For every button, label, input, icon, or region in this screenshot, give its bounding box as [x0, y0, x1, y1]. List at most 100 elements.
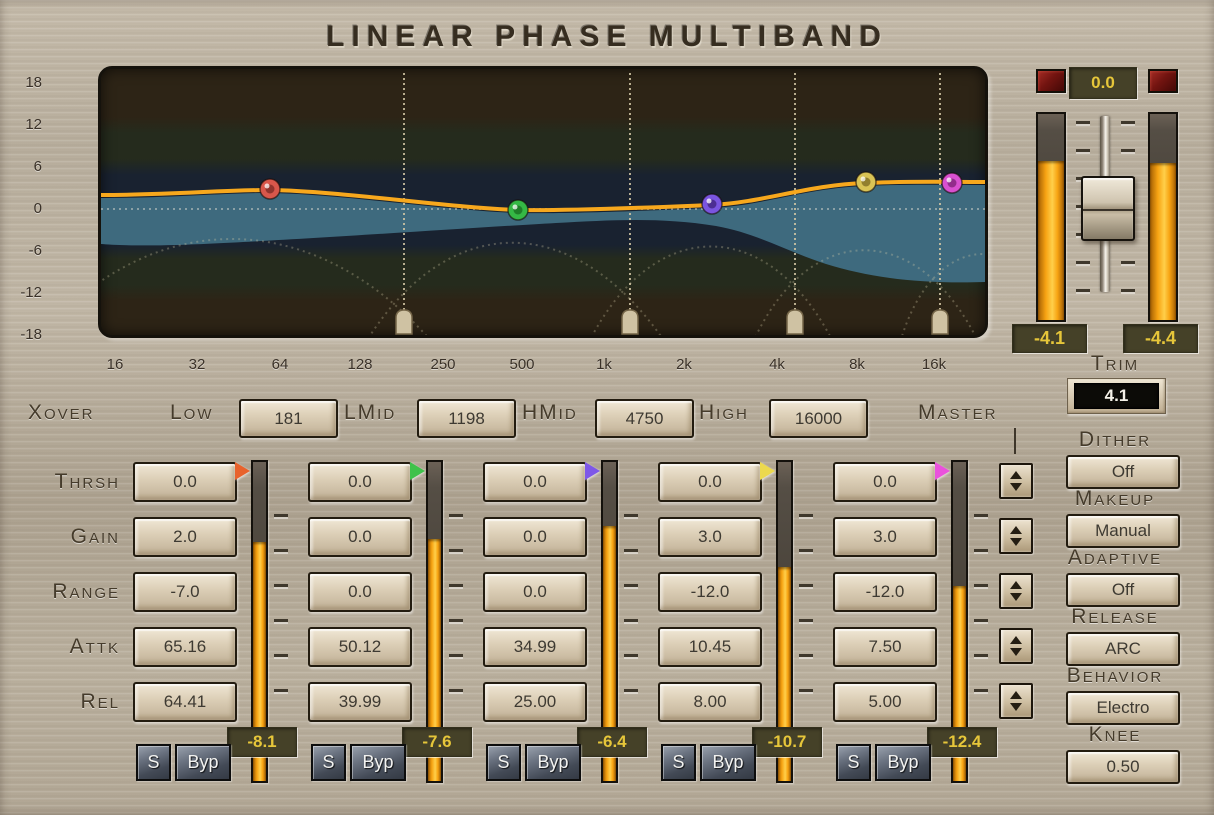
band1-tick [274, 619, 288, 622]
band5-bypass-button[interactable]: Byp [875, 744, 931, 781]
knee-value[interactable]: 0.50 [1066, 750, 1180, 784]
master-connector-line [1014, 428, 1016, 454]
release-value[interactable]: ARC [1066, 632, 1180, 666]
band2-gain[interactable]: 0.0 [308, 517, 412, 557]
band2-threshold-arrow[interactable] [410, 462, 425, 480]
band1-bypass-button[interactable]: Byp [175, 744, 231, 781]
output-fader-value[interactable]: 0.0 [1069, 67, 1137, 99]
band3-solo-button[interactable]: S [486, 744, 521, 781]
spinner-down-icon[interactable] [1010, 703, 1022, 711]
band4-threshold-arrow[interactable] [760, 462, 775, 480]
band2-attk[interactable]: 50.12 [308, 627, 412, 667]
master-rel-spinner[interactable] [999, 683, 1033, 719]
spinner-down-icon[interactable] [1010, 483, 1022, 491]
band4-marker[interactable] [856, 172, 876, 192]
band2-range[interactable]: 0.0 [308, 572, 412, 612]
row-label-attk: Attk [10, 635, 120, 659]
master-range-spinner[interactable] [999, 573, 1033, 609]
clip-led-right[interactable] [1148, 69, 1178, 93]
crossover-handle-high[interactable] [932, 310, 948, 334]
makeup-value[interactable]: Manual [1066, 514, 1180, 548]
band5-solo-button[interactable]: S [836, 744, 871, 781]
crossover-handle-hmid[interactable] [787, 310, 803, 334]
spinner-up-icon[interactable] [1010, 471, 1022, 479]
band4-rel[interactable]: 8.00 [658, 682, 762, 722]
band4-thrsh[interactable]: 0.0 [658, 462, 762, 502]
band3-attk[interactable]: 34.99 [483, 627, 587, 667]
band1-gain[interactable]: 2.0 [133, 517, 237, 557]
band1-tick [274, 689, 288, 692]
band1-tick [274, 514, 288, 517]
spinner-down-icon[interactable] [1010, 648, 1022, 656]
db-axis-label: 6 [0, 158, 42, 175]
band5-rel[interactable]: 5.00 [833, 682, 937, 722]
band2-thrsh[interactable]: 0.0 [308, 462, 412, 502]
band3-tick [624, 619, 638, 622]
freq-axis-label: 32 [189, 356, 206, 373]
band1-range[interactable]: -7.0 [133, 572, 237, 612]
band5-tick [974, 514, 988, 517]
band2-rel[interactable]: 39.99 [308, 682, 412, 722]
spinner-down-icon[interactable] [1010, 593, 1022, 601]
crossover-handle-low[interactable] [396, 310, 412, 334]
xover-hmid-value[interactable]: 4750 [595, 399, 694, 438]
master-gain-spinner[interactable] [999, 518, 1033, 554]
band3-rel[interactable]: 25.00 [483, 682, 587, 722]
band5-range[interactable]: -12.0 [833, 572, 937, 612]
adaptive-value[interactable]: Off [1066, 573, 1180, 607]
master-attk-spinner[interactable] [999, 628, 1033, 664]
output-meter-left-readout: -4.1 [1012, 324, 1087, 353]
band1-rel[interactable]: 64.41 [133, 682, 237, 722]
xover-high-value[interactable]: 16000 [769, 399, 868, 438]
band3-range[interactable]: 0.0 [483, 572, 587, 612]
output-fader-knob[interactable] [1081, 176, 1135, 241]
band1-solo-button[interactable]: S [136, 744, 171, 781]
band5-attk[interactable]: 7.50 [833, 627, 937, 667]
xover-lmid-value[interactable]: 1198 [417, 399, 516, 438]
xover-low-value[interactable]: 181 [239, 399, 338, 438]
band2-bypass-button[interactable]: Byp [350, 744, 406, 781]
band3-gain[interactable]: 0.0 [483, 517, 587, 557]
behavior-value[interactable]: Electro [1066, 691, 1180, 725]
clip-led-left[interactable] [1036, 69, 1066, 93]
band4-gain[interactable]: 3.0 [658, 517, 762, 557]
band4-solo-button[interactable]: S [661, 744, 696, 781]
band5-gain[interactable]: 3.0 [833, 517, 937, 557]
band3-bypass-button[interactable]: Byp [525, 744, 581, 781]
band4-bypass-button[interactable]: Byp [700, 744, 756, 781]
band3-threshold-arrow[interactable] [585, 462, 600, 480]
band2-tick [449, 619, 463, 622]
freq-axis-label: 4k [769, 356, 785, 373]
band2-tick [449, 549, 463, 552]
master-thrsh-spinner[interactable] [999, 463, 1033, 499]
db-axis-label: 12 [0, 116, 42, 133]
band3-marker[interactable] [702, 194, 722, 214]
band3-thrsh[interactable]: 0.0 [483, 462, 587, 502]
spinner-down-icon[interactable] [1010, 538, 1022, 546]
band2-tick [449, 689, 463, 692]
band3-tick [624, 514, 638, 517]
spinner-up-icon[interactable] [1010, 581, 1022, 589]
band2-tick [449, 584, 463, 587]
freq-axis-label: 8k [849, 356, 865, 373]
band5-marker[interactable] [942, 173, 962, 193]
band4-attk[interactable]: 10.45 [658, 627, 762, 667]
band1-thrsh[interactable]: 0.0 [133, 462, 237, 502]
spinner-up-icon[interactable] [1010, 526, 1022, 534]
band2-marker[interactable] [508, 200, 528, 220]
trim-control[interactable]: 4.1 [1067, 378, 1166, 414]
band1-attk[interactable]: 65.16 [133, 627, 237, 667]
dither-value[interactable]: Off [1066, 455, 1180, 489]
spinner-up-icon[interactable] [1010, 636, 1022, 644]
trim-label: Trim [1060, 352, 1170, 376]
spinner-up-icon[interactable] [1010, 691, 1022, 699]
crossover-handle-lmid[interactable] [622, 310, 638, 334]
band1-threshold-arrow[interactable] [235, 462, 250, 480]
freq-axis-label: 2k [676, 356, 692, 373]
band5-threshold-arrow[interactable] [935, 462, 950, 480]
band4-range[interactable]: -12.0 [658, 572, 762, 612]
band2-solo-button[interactable]: S [311, 744, 346, 781]
band1-meter-readout: -8.1 [227, 727, 297, 757]
band1-marker[interactable] [260, 179, 280, 199]
band5-thrsh[interactable]: 0.0 [833, 462, 937, 502]
